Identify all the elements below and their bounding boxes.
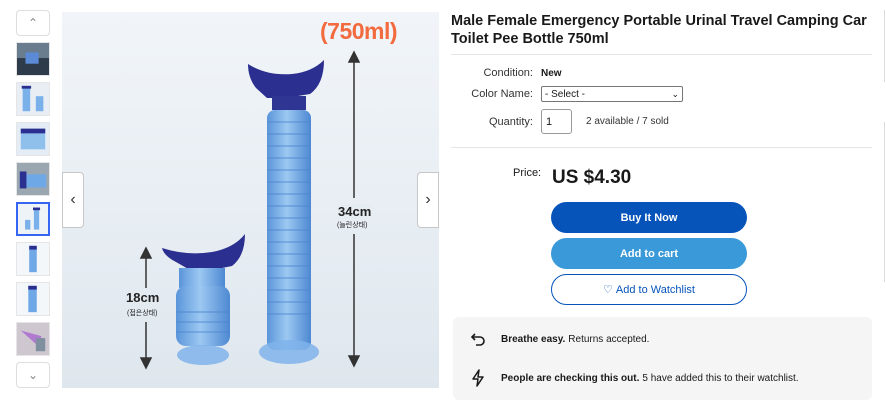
- chevron-left-icon: ‹: [70, 191, 76, 208]
- add-to-cart-button[interactable]: Add to cart: [551, 238, 747, 269]
- return-arrow-icon: [469, 330, 487, 348]
- watchers-info: People are checking this out. 5 have add…: [469, 369, 799, 387]
- tall-sub-label: (늘린상태): [337, 222, 368, 229]
- add-to-cart-label: Add to cart: [619, 247, 679, 260]
- chevron-up-icon: ⌃: [27, 16, 39, 30]
- color-label: Color Name:: [471, 88, 533, 100]
- quantity-value: 1: [546, 115, 553, 128]
- quantity-row: Quantity: 1 2 available / 7 sold: [451, 109, 872, 134]
- buy-it-now-label: Buy It Now: [620, 211, 678, 224]
- chevron-down-icon: ⌄: [27, 368, 39, 382]
- thumbnail-1[interactable]: [16, 42, 50, 76]
- capacity-label: (750ml): [320, 18, 398, 44]
- scroll-edge: [882, 0, 886, 402]
- thumbnail-6[interactable]: [16, 242, 50, 276]
- thumbnail-down-button[interactable]: ⌄: [16, 362, 50, 388]
- thumbnail-8[interactable]: [16, 322, 50, 356]
- returns-text: Returns accepted.: [568, 333, 650, 345]
- product-image[interactable]: (750ml) 34cm (늘린상태) 18cm (접은상태): [62, 12, 439, 388]
- previous-image-button[interactable]: ‹: [62, 172, 84, 228]
- thumbnail-strip: ⌃ ⌄: [14, 10, 54, 388]
- watchers-bold: People are checking this out.: [501, 372, 640, 384]
- add-to-watchlist-label: Add to Watchlist: [615, 283, 695, 296]
- quantity-input[interactable]: 1: [541, 109, 572, 134]
- thumbnail-7[interactable]: [16, 282, 50, 316]
- color-select-value: - Select -: [545, 88, 586, 100]
- buy-it-now-button[interactable]: Buy It Now: [551, 202, 747, 233]
- thumbnail-3[interactable]: [16, 122, 50, 156]
- short-sub-label: (접은상태): [127, 310, 158, 317]
- info-panel: Breathe easy. Returns accepted. People a…: [453, 317, 872, 400]
- quantity-label: Quantity:: [488, 115, 533, 128]
- condition-row: Condition: New: [451, 67, 872, 79]
- next-image-button[interactable]: ›: [417, 172, 439, 228]
- listing-page: ⌃ ⌄ (750ml) 34cm (늘린상태) 18cm (접은상태) ‹ › …: [0, 0, 886, 402]
- condition-value: New: [541, 67, 562, 79]
- returns-bold: Breathe easy.: [501, 333, 566, 345]
- product-title: Male Female Emergency Portable Urinal Tr…: [451, 13, 867, 47]
- chevron-down-icon: ⌄: [671, 88, 679, 99]
- thumbnail-2[interactable]: [16, 82, 50, 116]
- color-row: Color Name: - Select - ⌄: [451, 86, 872, 102]
- chevron-right-icon: ›: [425, 191, 431, 208]
- divider: [451, 147, 872, 148]
- watchers-text: 5 have added this to their watchlist.: [642, 372, 799, 384]
- price-value: US $4.30: [552, 167, 632, 188]
- tall-height-label: 34cm: [337, 204, 373, 219]
- lightning-icon: [469, 369, 487, 387]
- availability-text: 2 available / 7 sold: [586, 116, 669, 127]
- heart-icon: ♡: [603, 284, 613, 296]
- short-height-label: 18cm: [126, 290, 160, 305]
- product-details: Male Female Emergency Portable Urinal Tr…: [451, 12, 872, 400]
- add-to-watchlist-button[interactable]: ♡ Add to Watchlist: [551, 274, 747, 305]
- condition-label: Condition:: [483, 67, 533, 79]
- thumbnail-5-selected[interactable]: [16, 202, 50, 236]
- returns-info: Breathe easy. Returns accepted.: [469, 330, 649, 348]
- thumbnail-up-button[interactable]: ⌃: [16, 10, 50, 36]
- price-label: Price:: [513, 167, 542, 179]
- divider: [451, 54, 872, 55]
- thumbnail-4[interactable]: [16, 162, 50, 196]
- color-select[interactable]: - Select - ⌄: [541, 86, 683, 102]
